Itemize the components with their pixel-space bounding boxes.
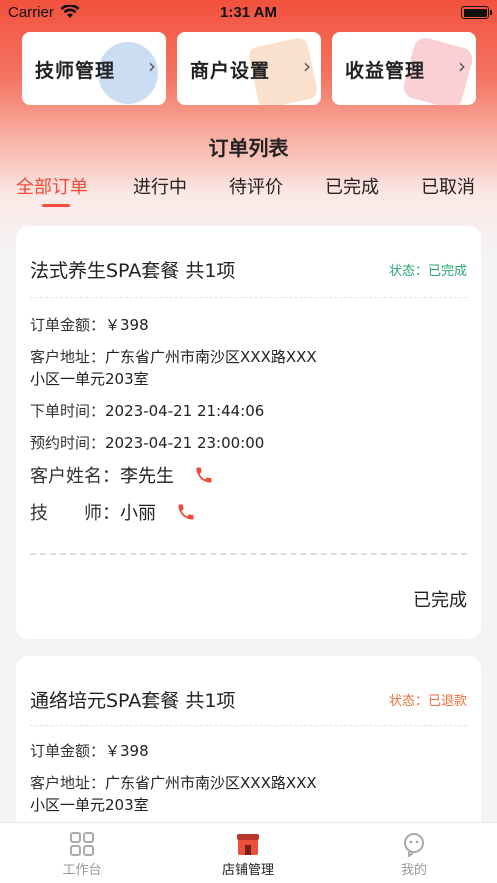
- order-card[interactable]: 法式养生SPA套餐 共1项 状态：已完成 订单金额：￥398 客户地址：广东省广…: [16, 226, 481, 639]
- customer-label: 客户姓名：: [30, 466, 120, 487]
- order-amount-row: 订单金额：￥398: [30, 740, 149, 762]
- active-tab-indicator: [42, 204, 70, 207]
- tab-all-orders[interactable]: 全部订单: [16, 173, 88, 199]
- battery-icon: [461, 6, 492, 19]
- technician-name: 小丽: [120, 503, 156, 524]
- order-status: 状态：已完成: [388, 264, 467, 279]
- profile-icon: [404, 833, 424, 857]
- bottom-tab-bar: 工作台 店铺管理 我的: [0, 822, 497, 883]
- chevron-right-icon: ›: [458, 54, 466, 78]
- order-time-row: 下单时间：2023-04-21 21:44:06: [30, 400, 264, 422]
- amount-value: ￥398: [105, 742, 149, 760]
- tab-cancelled[interactable]: 已取消: [421, 173, 475, 199]
- page-title: 订单列表: [208, 136, 289, 160]
- tab-in-progress[interactable]: 进行中: [133, 173, 187, 199]
- order-title: 通络培元SPA套餐 共1项: [30, 690, 236, 712]
- tab-label: 工作台: [62, 863, 102, 878]
- tab-pending-review[interactable]: 待评价: [229, 173, 283, 199]
- grid-icon: [70, 832, 94, 856]
- card-label: 技师管理: [35, 60, 116, 82]
- order-time-value: 2023-04-21 21:44:06: [105, 402, 265, 420]
- divider: [30, 725, 467, 726]
- address-line2: 小区一单元203室: [30, 796, 149, 814]
- status-bar: Carrier 1:31 AM: [0, 0, 497, 26]
- order-time-label: 下单时间：: [30, 402, 106, 420]
- address-label: 客户地址：: [30, 774, 106, 792]
- appointment-time-row: 预约时间：2023-04-21 23:00:00: [30, 432, 264, 454]
- divider: [30, 553, 467, 555]
- address-line1: 广东省广州市南沙区XXX路XXX: [105, 774, 317, 792]
- address-line1: 广东省广州市南沙区XXX路XXX: [105, 348, 317, 366]
- chevron-right-icon: ›: [148, 54, 156, 78]
- technician-management-card[interactable]: 技师管理 ›: [22, 32, 166, 105]
- earnings-management-card[interactable]: 收益管理 ›: [332, 32, 476, 105]
- order-footer-status: 已完成: [413, 590, 467, 611]
- tab-label: 店铺管理: [221, 863, 274, 878]
- tab-profile[interactable]: 我的: [354, 831, 474, 878]
- order-tabs: 全部订单 进行中 待评价 已完成 已取消: [0, 173, 497, 209]
- card-label: 商户设置: [190, 60, 271, 82]
- order-amount-row: 订单金额：￥398: [30, 314, 149, 336]
- tab-workbench[interactable]: 工作台: [22, 831, 142, 878]
- technician-label: 技 师：: [30, 503, 120, 524]
- chevron-right-icon: ›: [303, 54, 311, 78]
- tab-shop-management[interactable]: 店铺管理: [188, 831, 308, 878]
- address-label: 客户地址：: [30, 348, 106, 366]
- appointment-time-value: 2023-04-21 23:00:00: [105, 434, 265, 452]
- order-title: 法式养生SPA套餐 共1项: [30, 260, 236, 282]
- tab-label: 我的: [400, 863, 427, 878]
- amount-value: ￥398: [105, 316, 149, 334]
- amount-label: 订单金额：: [30, 316, 106, 334]
- merchant-settings-card[interactable]: 商户设置 ›: [177, 32, 321, 105]
- customer-address-row: 客户地址：广东省广州市南沙区XXX路XXX 小区一单元203室: [30, 346, 317, 390]
- phone-icon[interactable]: [176, 502, 196, 522]
- tab-completed[interactable]: 已完成: [325, 173, 379, 199]
- divider: [30, 297, 467, 298]
- clock: 1:31 AM: [220, 4, 277, 21]
- customer-name: 李先生: [120, 466, 174, 487]
- shop-icon: [237, 834, 259, 855]
- customer-address-row: 客户地址：广东省广州市南沙区XXX路XXX 小区一单元203室: [30, 772, 317, 816]
- technician-row: 技 师：小丽: [30, 503, 196, 525]
- amount-label: 订单金额：: [30, 742, 106, 760]
- appointment-time-label: 预约时间：: [30, 434, 106, 452]
- order-status: 状态：已退款: [388, 694, 467, 709]
- customer-name-row: 客户姓名：李先生: [30, 466, 214, 488]
- address-line2: 小区一单元203室: [30, 370, 149, 388]
- phone-icon[interactable]: [194, 465, 214, 485]
- card-label: 收益管理: [345, 60, 426, 82]
